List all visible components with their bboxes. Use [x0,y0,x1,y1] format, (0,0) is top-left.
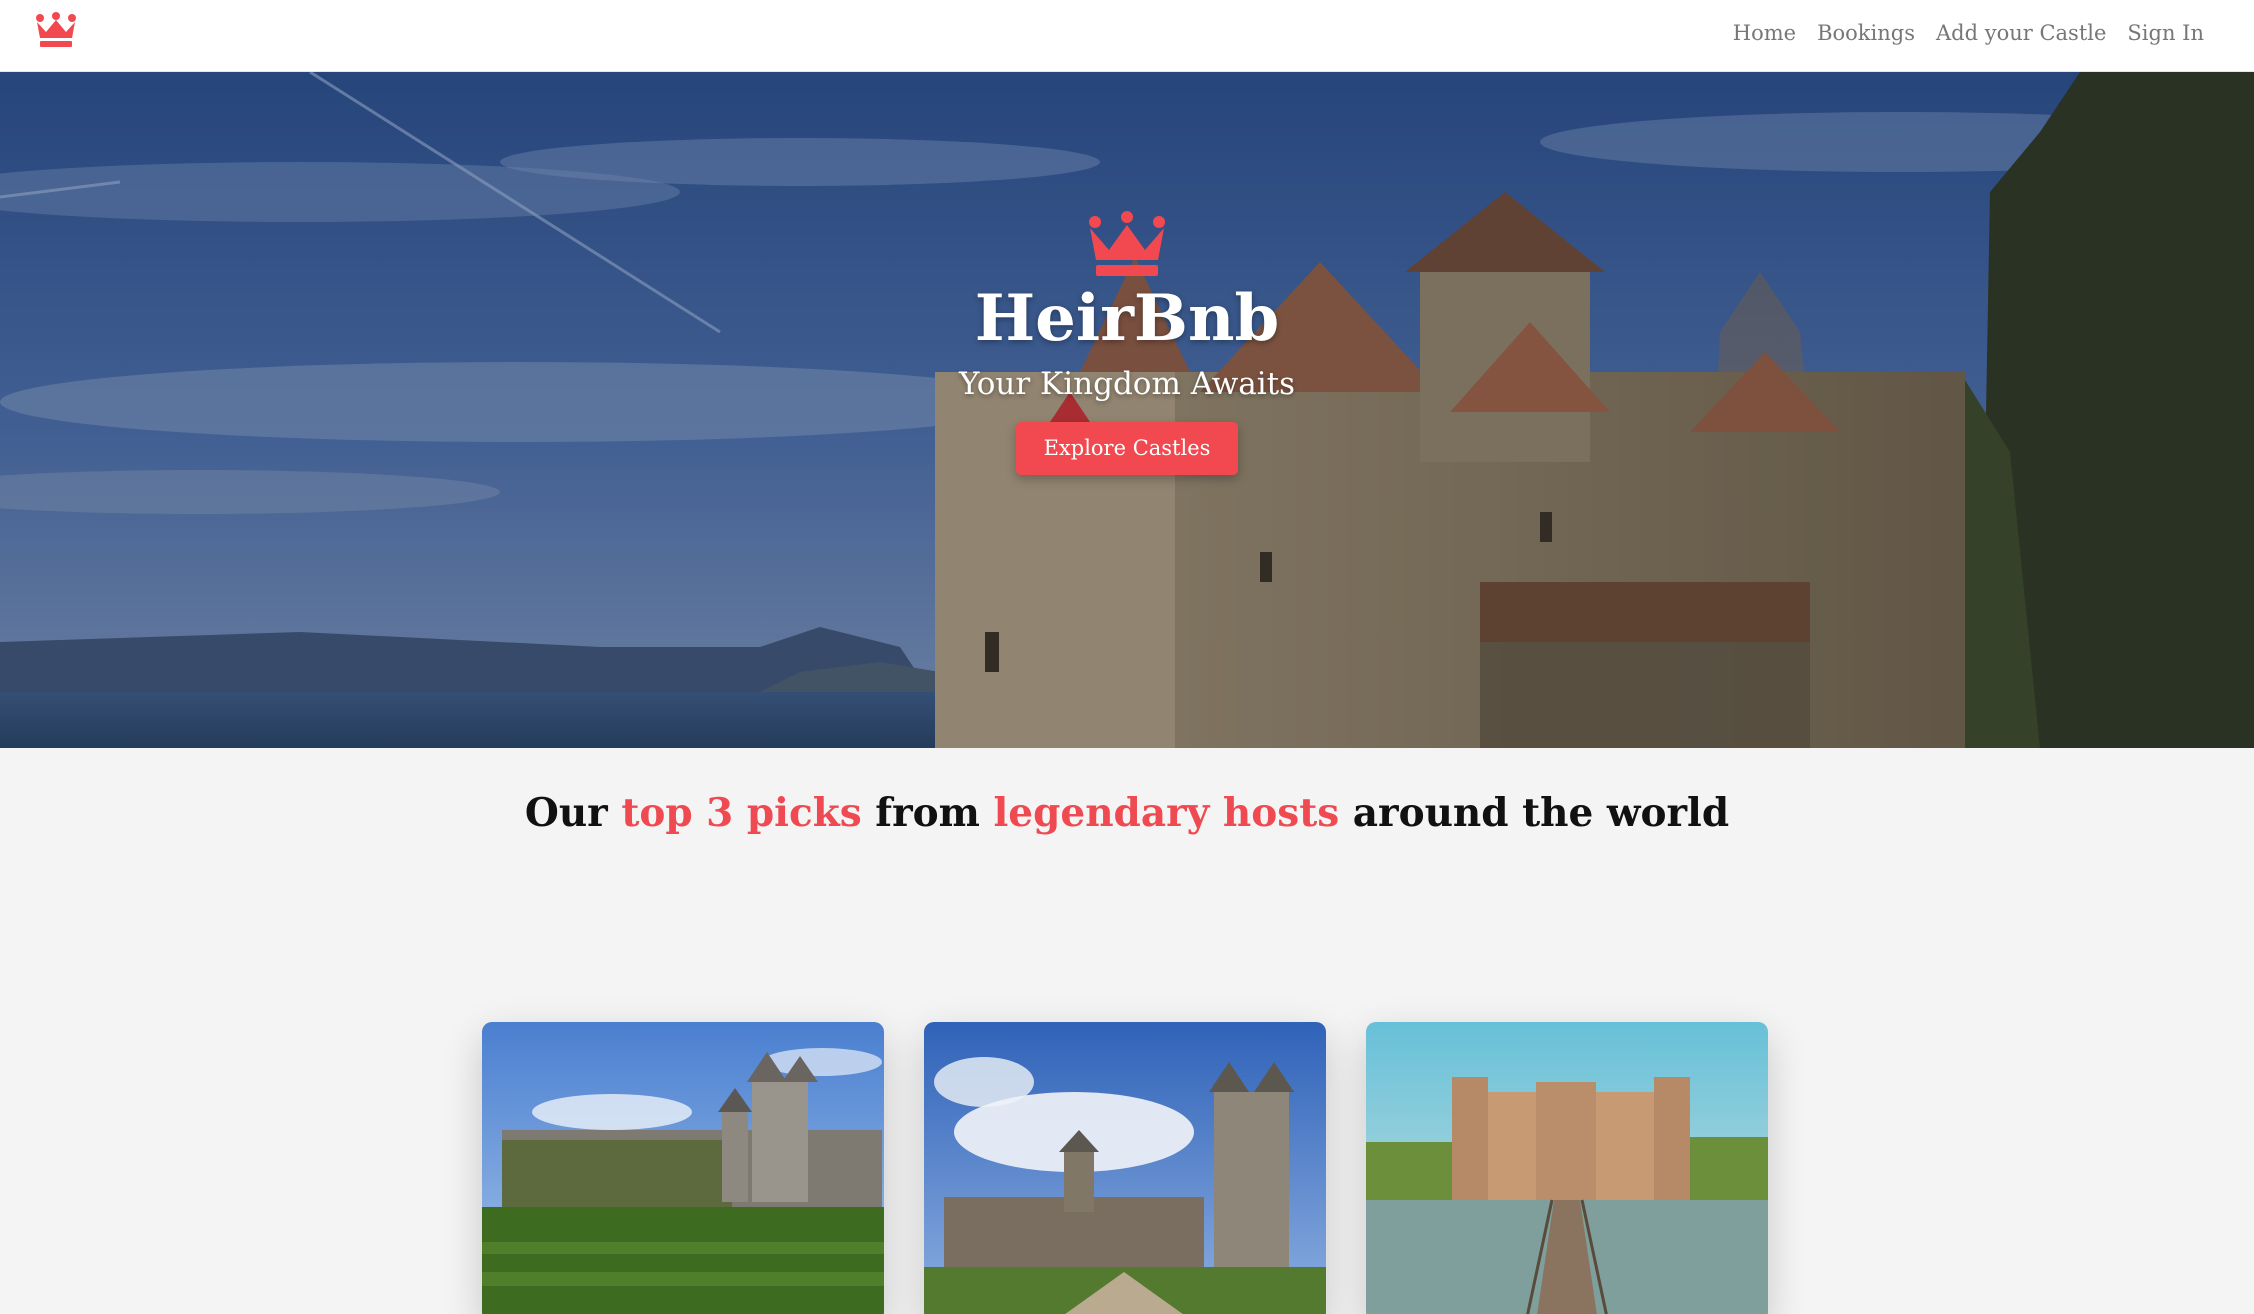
hero-title: HeirBnb [974,281,1280,356]
castle-photo [482,1022,884,1314]
top-picks-heading: Our top 3 picks from legendary hosts aro… [0,790,2254,836]
heading-text: from [861,790,994,836]
castle-card[interactable] [482,1022,884,1314]
top-picks-cards [482,1022,1768,1314]
hero-tagline: Your Kingdom Awaits [958,366,1295,402]
hero-content: HeirBnb Your Kingdom Awaits Explore Cast… [0,210,2254,475]
heading-text: around the world [1339,790,1730,836]
nav-home-link[interactable]: Home [1733,21,1796,45]
castle-photo [1366,1022,1768,1314]
castle-card[interactable] [924,1022,1326,1314]
nav-links: Home Bookings Add your Castle Sign In [1733,0,2204,66]
hero-banner: HeirBnb Your Kingdom Awaits Explore Cast… [0,72,2254,748]
heading-text: Our [524,790,622,836]
crown-icon [1089,211,1165,276]
top-navbar: Home Bookings Add your Castle Sign In [0,0,2254,72]
crown-icon[interactable] [34,12,78,48]
nav-add-castle-link[interactable]: Add your Castle [1936,21,2106,45]
nav-bookings-link[interactable]: Bookings [1817,21,1915,45]
heading-highlight: legendary hosts [993,790,1340,836]
castle-photo [924,1022,1326,1314]
nav-sign-in-link[interactable]: Sign In [2127,21,2204,45]
castle-card[interactable] [1366,1022,1768,1314]
explore-castles-button[interactable]: Explore Castles [1016,422,1238,475]
heading-highlight: top 3 picks [621,790,862,836]
